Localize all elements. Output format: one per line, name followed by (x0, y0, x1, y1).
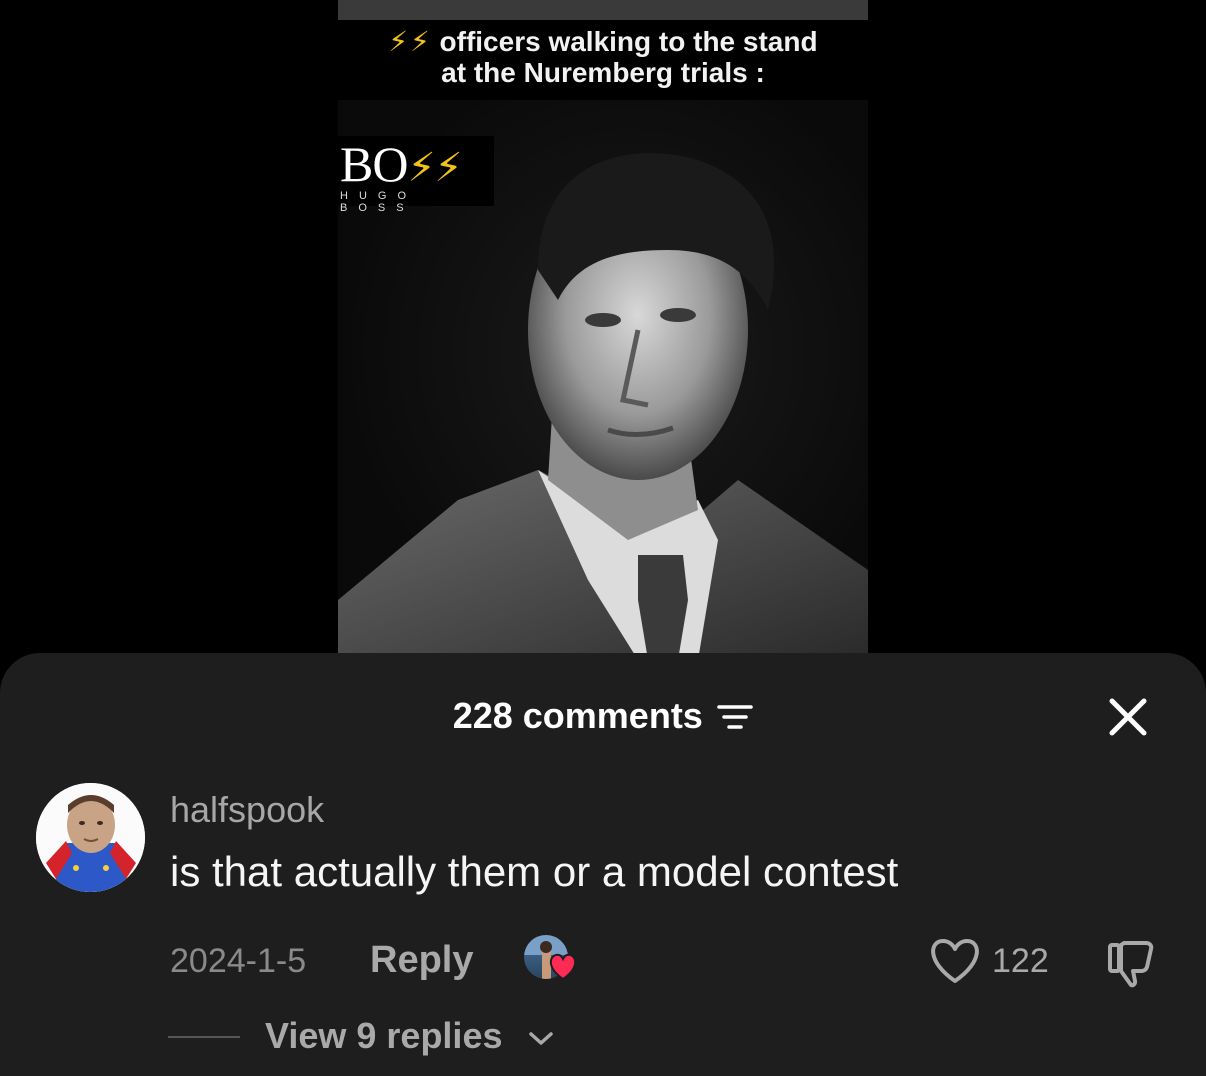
close-icon[interactable] (1104, 693, 1152, 741)
comment-username[interactable]: halfspook (170, 789, 324, 831)
thumbs-down-icon[interactable] (1106, 937, 1162, 989)
like-count: 122 (992, 942, 1049, 980)
comment-date: 2024-1-5 (170, 942, 307, 980)
reply-button[interactable]: Reply (370, 939, 473, 981)
app-root: ⚡⚡ officers walking to the stand at the … (0, 0, 1206, 1076)
avatar-image (36, 783, 145, 892)
view-replies-button[interactable]: View 9 replies (265, 1015, 502, 1057)
logo-bolts: ⚡⚡ (407, 145, 462, 191)
avatar[interactable] (36, 783, 145, 892)
video-player[interactable]: ⚡⚡ officers walking to the stand at the … (338, 0, 868, 660)
comment-text: is that actually them or a model contest (170, 848, 899, 895)
video-caption: ⚡⚡ officers walking to the stand at the … (338, 26, 868, 88)
chevron-down-icon (529, 1032, 553, 1045)
lightning-icon: ⚡⚡ (388, 26, 432, 57)
caption-line-1: officers walking to the stand (439, 26, 818, 57)
video-top-bar (338, 0, 868, 20)
comment-item: halfspook is that actually them or a mod… (0, 783, 1206, 1073)
comments-sheet: 228 comments halfspook is that actually … (0, 653, 1206, 1076)
logo-word: BO (340, 136, 408, 192)
filter-icon[interactable] (717, 702, 754, 732)
comments-count: 228 comments (452, 695, 703, 736)
heart-outline-icon (931, 939, 979, 983)
replies-divider (168, 1036, 240, 1038)
comment-meta: 2024-1-5 Reply 122 (0, 933, 1206, 989)
heart-badge-icon (549, 953, 577, 981)
brand-logo: BO⚡⚡ HUGO BOSS (338, 136, 494, 214)
logo-subtitle: HUGO BOSS (340, 190, 417, 214)
creator-liked-badge (520, 933, 580, 989)
caption-line-2: at the Nuremberg trials : (441, 57, 765, 88)
comments-header: 228 comments (0, 691, 1206, 741)
view-replies-row[interactable]: View 9 replies (0, 1011, 1206, 1061)
like-button[interactable]: 122 (928, 933, 1058, 989)
